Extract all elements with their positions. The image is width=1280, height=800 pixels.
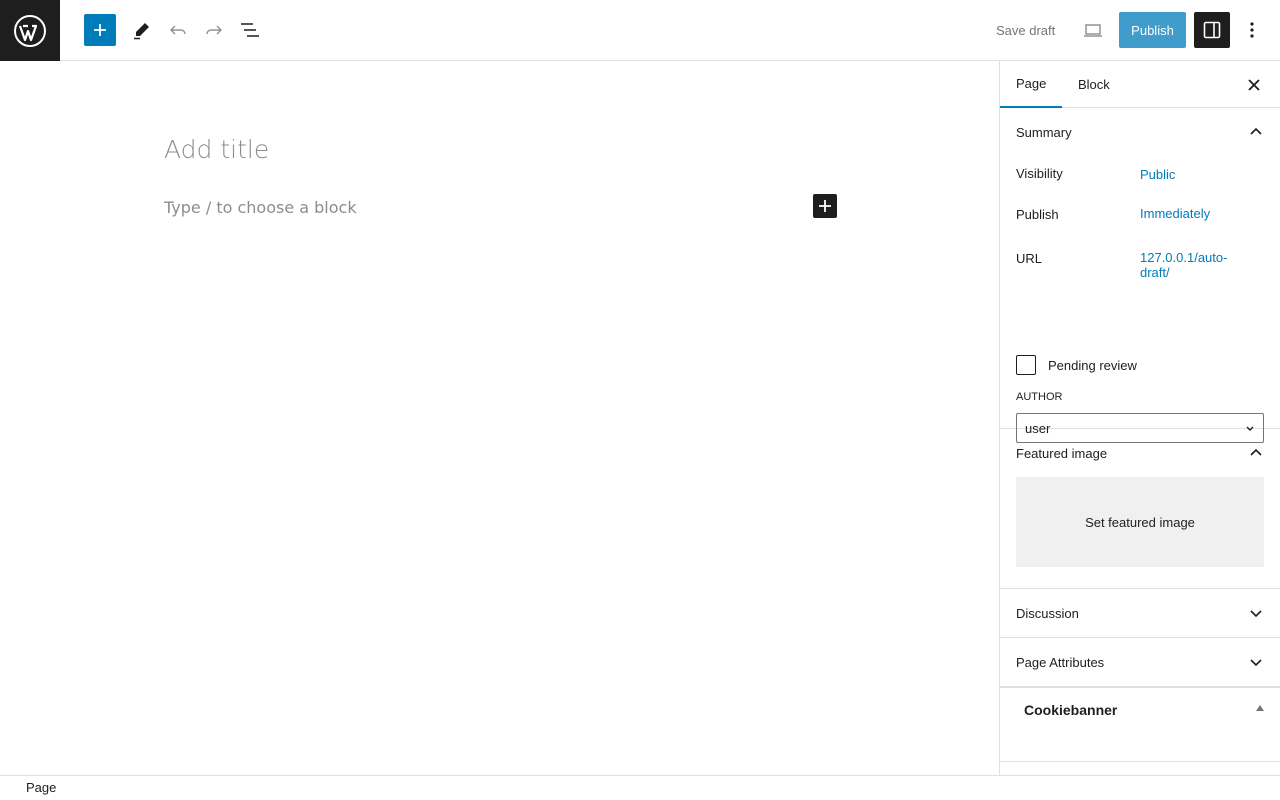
visibility-value[interactable]: Public: [1140, 167, 1175, 182]
page-attributes-panel: Page Attributes: [1000, 638, 1280, 687]
summary-body: Visibility Public Publish Immediately UR…: [1000, 156, 1280, 443]
default-block-appender[interactable]: Type / to choose a block: [164, 198, 357, 217]
cookiebanner-title: Cookiebanner: [1024, 702, 1118, 718]
pencil-icon: [134, 23, 149, 40]
discussion-title: Discussion: [1016, 605, 1079, 621]
options-button[interactable]: [1234, 12, 1270, 48]
wordpress-icon: [14, 14, 46, 47]
chevron-up-icon: [1250, 448, 1262, 456]
chevron-down-icon: [1250, 610, 1262, 618]
chevron-up-icon: [1250, 127, 1262, 135]
preview-button[interactable]: [1075, 12, 1111, 48]
sidebar-tabs: Page Block: [1000, 61, 1280, 108]
tab-page[interactable]: Page: [1000, 61, 1063, 108]
visibility-row: Visibility Public: [1000, 162, 1280, 202]
plus-icon: [94, 24, 106, 36]
close-sidebar-button[interactable]: [1242, 73, 1266, 97]
publish-row: Publish Immediately: [1000, 202, 1280, 242]
publish-button[interactable]: Publish: [1119, 12, 1186, 48]
settings-sidebar-icon: [1203, 21, 1221, 39]
tab-block[interactable]: Block: [1062, 61, 1126, 108]
add-block-button[interactable]: [84, 14, 116, 46]
editor-footer: Page: [0, 775, 1280, 800]
redo-button[interactable]: [196, 12, 232, 48]
collapse-arrow-icon[interactable]: [1256, 705, 1264, 711]
pending-review-row: Pending review: [1016, 355, 1137, 375]
settings-sidebar: Page Block Summary Visibility Public Pub…: [999, 61, 1280, 775]
featured-image-toggle[interactable]: Featured image: [1000, 429, 1280, 477]
editor-canvas: Add title Type / to choose a block: [0, 61, 999, 775]
cookiebanner-metabox: Cookiebanner: [1000, 687, 1280, 762]
url-value[interactable]: 127.0.0.1/auto-draft/: [1140, 250, 1250, 280]
title-input[interactable]: Add title: [164, 135, 269, 164]
publish-date-value[interactable]: Immediately: [1140, 206, 1210, 221]
wordpress-logo[interactable]: [0, 0, 60, 61]
summary-panel: Summary Visibility Public Publish Immedi…: [1000, 108, 1280, 443]
page-attributes-title: Page Attributes: [1016, 654, 1105, 670]
url-label: URL: [1016, 251, 1043, 266]
list-view-icon: [241, 23, 259, 37]
undo-button[interactable]: [160, 12, 196, 48]
set-featured-image-button[interactable]: Set featured image: [1016, 477, 1264, 567]
publish-label: Publish: [1016, 207, 1059, 222]
visibility-label: Visibility: [1016, 166, 1063, 181]
breadcrumb-page[interactable]: Page: [26, 780, 56, 795]
desktop-preview-icon: [1084, 24, 1102, 37]
editor-header: Save draft Publish: [0, 0, 1280, 61]
pending-review-checkbox[interactable]: [1016, 355, 1036, 375]
chevron-down-icon: [1250, 659, 1262, 667]
undo-icon: [169, 25, 186, 35]
add-block-inline-button[interactable]: [813, 194, 837, 218]
url-row: URL 127.0.0.1/auto-draft/: [1000, 246, 1280, 286]
discussion-toggle[interactable]: Discussion: [1000, 589, 1280, 637]
featured-image-panel: Featured image Set featured image: [1000, 429, 1280, 589]
document-overview-button[interactable]: [232, 12, 268, 48]
featured-image-title: Featured image: [1016, 445, 1108, 461]
more-vertical-icon: [1250, 22, 1254, 38]
settings-toggle-button[interactable]: [1194, 12, 1230, 48]
summary-title: Summary: [1016, 124, 1072, 140]
summary-panel-toggle[interactable]: Summary: [1000, 108, 1280, 156]
featured-image-body: Set featured image: [1000, 477, 1280, 588]
close-icon: [1248, 79, 1260, 91]
tools-button[interactable]: [124, 12, 160, 48]
pending-review-label: Pending review: [1048, 357, 1137, 373]
page-attributes-toggle[interactable]: Page Attributes: [1000, 638, 1280, 686]
redo-icon: [206, 25, 223, 35]
plus-icon: [819, 200, 831, 212]
save-draft-button[interactable]: Save draft: [986, 12, 1065, 48]
author-label: AUTHOR: [1016, 391, 1063, 403]
discussion-panel: Discussion: [1000, 589, 1280, 638]
